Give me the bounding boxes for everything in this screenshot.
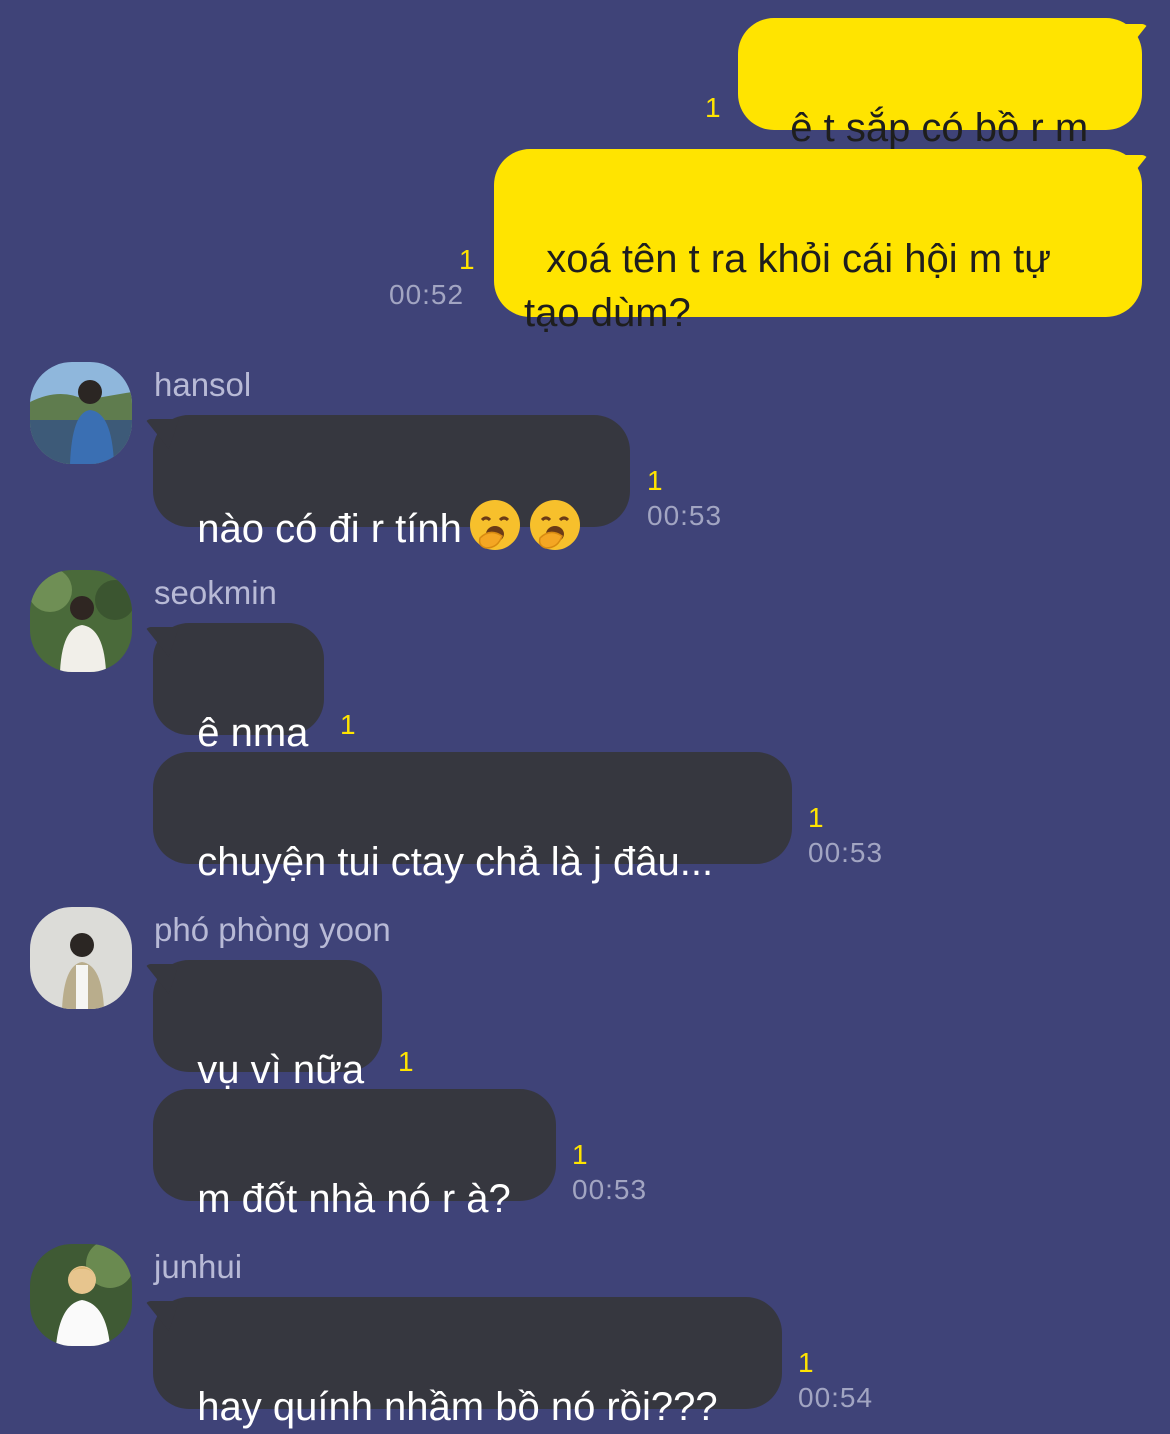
message-text: ê nma <box>197 711 309 755</box>
incoming-message[interactable]: chuyện tui ctay chả là j đâu... <box>153 752 792 884</box>
message-text: nào có đi r tính <box>197 507 462 551</box>
message-text: m đốt nhà nó r à? <box>197 1177 511 1221</box>
avatar-yoon[interactable] <box>30 907 132 1009</box>
profile-photo-seokmin <box>30 570 132 672</box>
yawning-face-emoji <box>529 500 580 550</box>
unread-count: 1 <box>572 1139 588 1170</box>
message-text: ê t sắp có bồ r m <box>790 106 1089 150</box>
incoming-message[interactable]: ê nma <box>153 623 324 755</box>
avatar-junhui[interactable] <box>30 1244 132 1346</box>
incoming-message[interactable]: hay quính nhầm bồ nó rồi??? <box>153 1297 782 1429</box>
unread-count: 1 <box>398 1046 414 1077</box>
unread-count: 1 <box>340 709 356 740</box>
incoming-message[interactable]: nào có đi r tính <box>153 415 630 551</box>
sender-name: hansol <box>154 366 252 403</box>
sender-name: junhui <box>154 1248 243 1285</box>
yawning-face-emoji <box>469 500 520 550</box>
message-text: hay quính nhầm bồ nó rồi??? <box>197 1385 718 1429</box>
message-timestamp: 00:53 <box>572 1174 648 1205</box>
sender-name: seokmin <box>154 574 277 611</box>
outgoing-message[interactable]: ê t sắp có bồ r m <box>738 18 1142 150</box>
sender-name: phó phòng yoon <box>154 911 391 948</box>
avatar-seokmin[interactable] <box>30 570 132 672</box>
message-timestamp: 00:52 <box>389 279 465 310</box>
outgoing-message[interactable]: xoá tên t ra khỏi cái hội m tự tạo dùm? <box>494 149 1142 335</box>
message-timestamp: 00:53 <box>808 837 884 868</box>
avatar-hansol[interactable] <box>30 362 132 464</box>
incoming-message[interactable]: m đốt nhà nó r à? <box>153 1089 556 1221</box>
profile-photo-junhui <box>30 1244 132 1346</box>
unread-count: 1 <box>798 1347 814 1378</box>
message-timestamp: 00:54 <box>798 1382 874 1413</box>
profile-photo-yoon <box>30 907 132 1009</box>
message-text: xoá tên t ra khỏi cái hội m tự tạo dùm? <box>524 237 1052 335</box>
message-timestamp: 00:53 <box>647 500 723 531</box>
unread-count: 1 <box>459 244 475 275</box>
message-text: chuyện tui ctay chả là j đâu... <box>197 840 714 884</box>
incoming-message[interactable]: vụ vì nữa <box>153 960 382 1092</box>
unread-count: 1 <box>705 92 721 123</box>
profile-photo-hansol <box>30 362 132 464</box>
message-text: vụ vì nữa <box>197 1048 365 1092</box>
unread-count: 1 <box>808 802 824 833</box>
unread-count: 1 <box>647 465 663 496</box>
